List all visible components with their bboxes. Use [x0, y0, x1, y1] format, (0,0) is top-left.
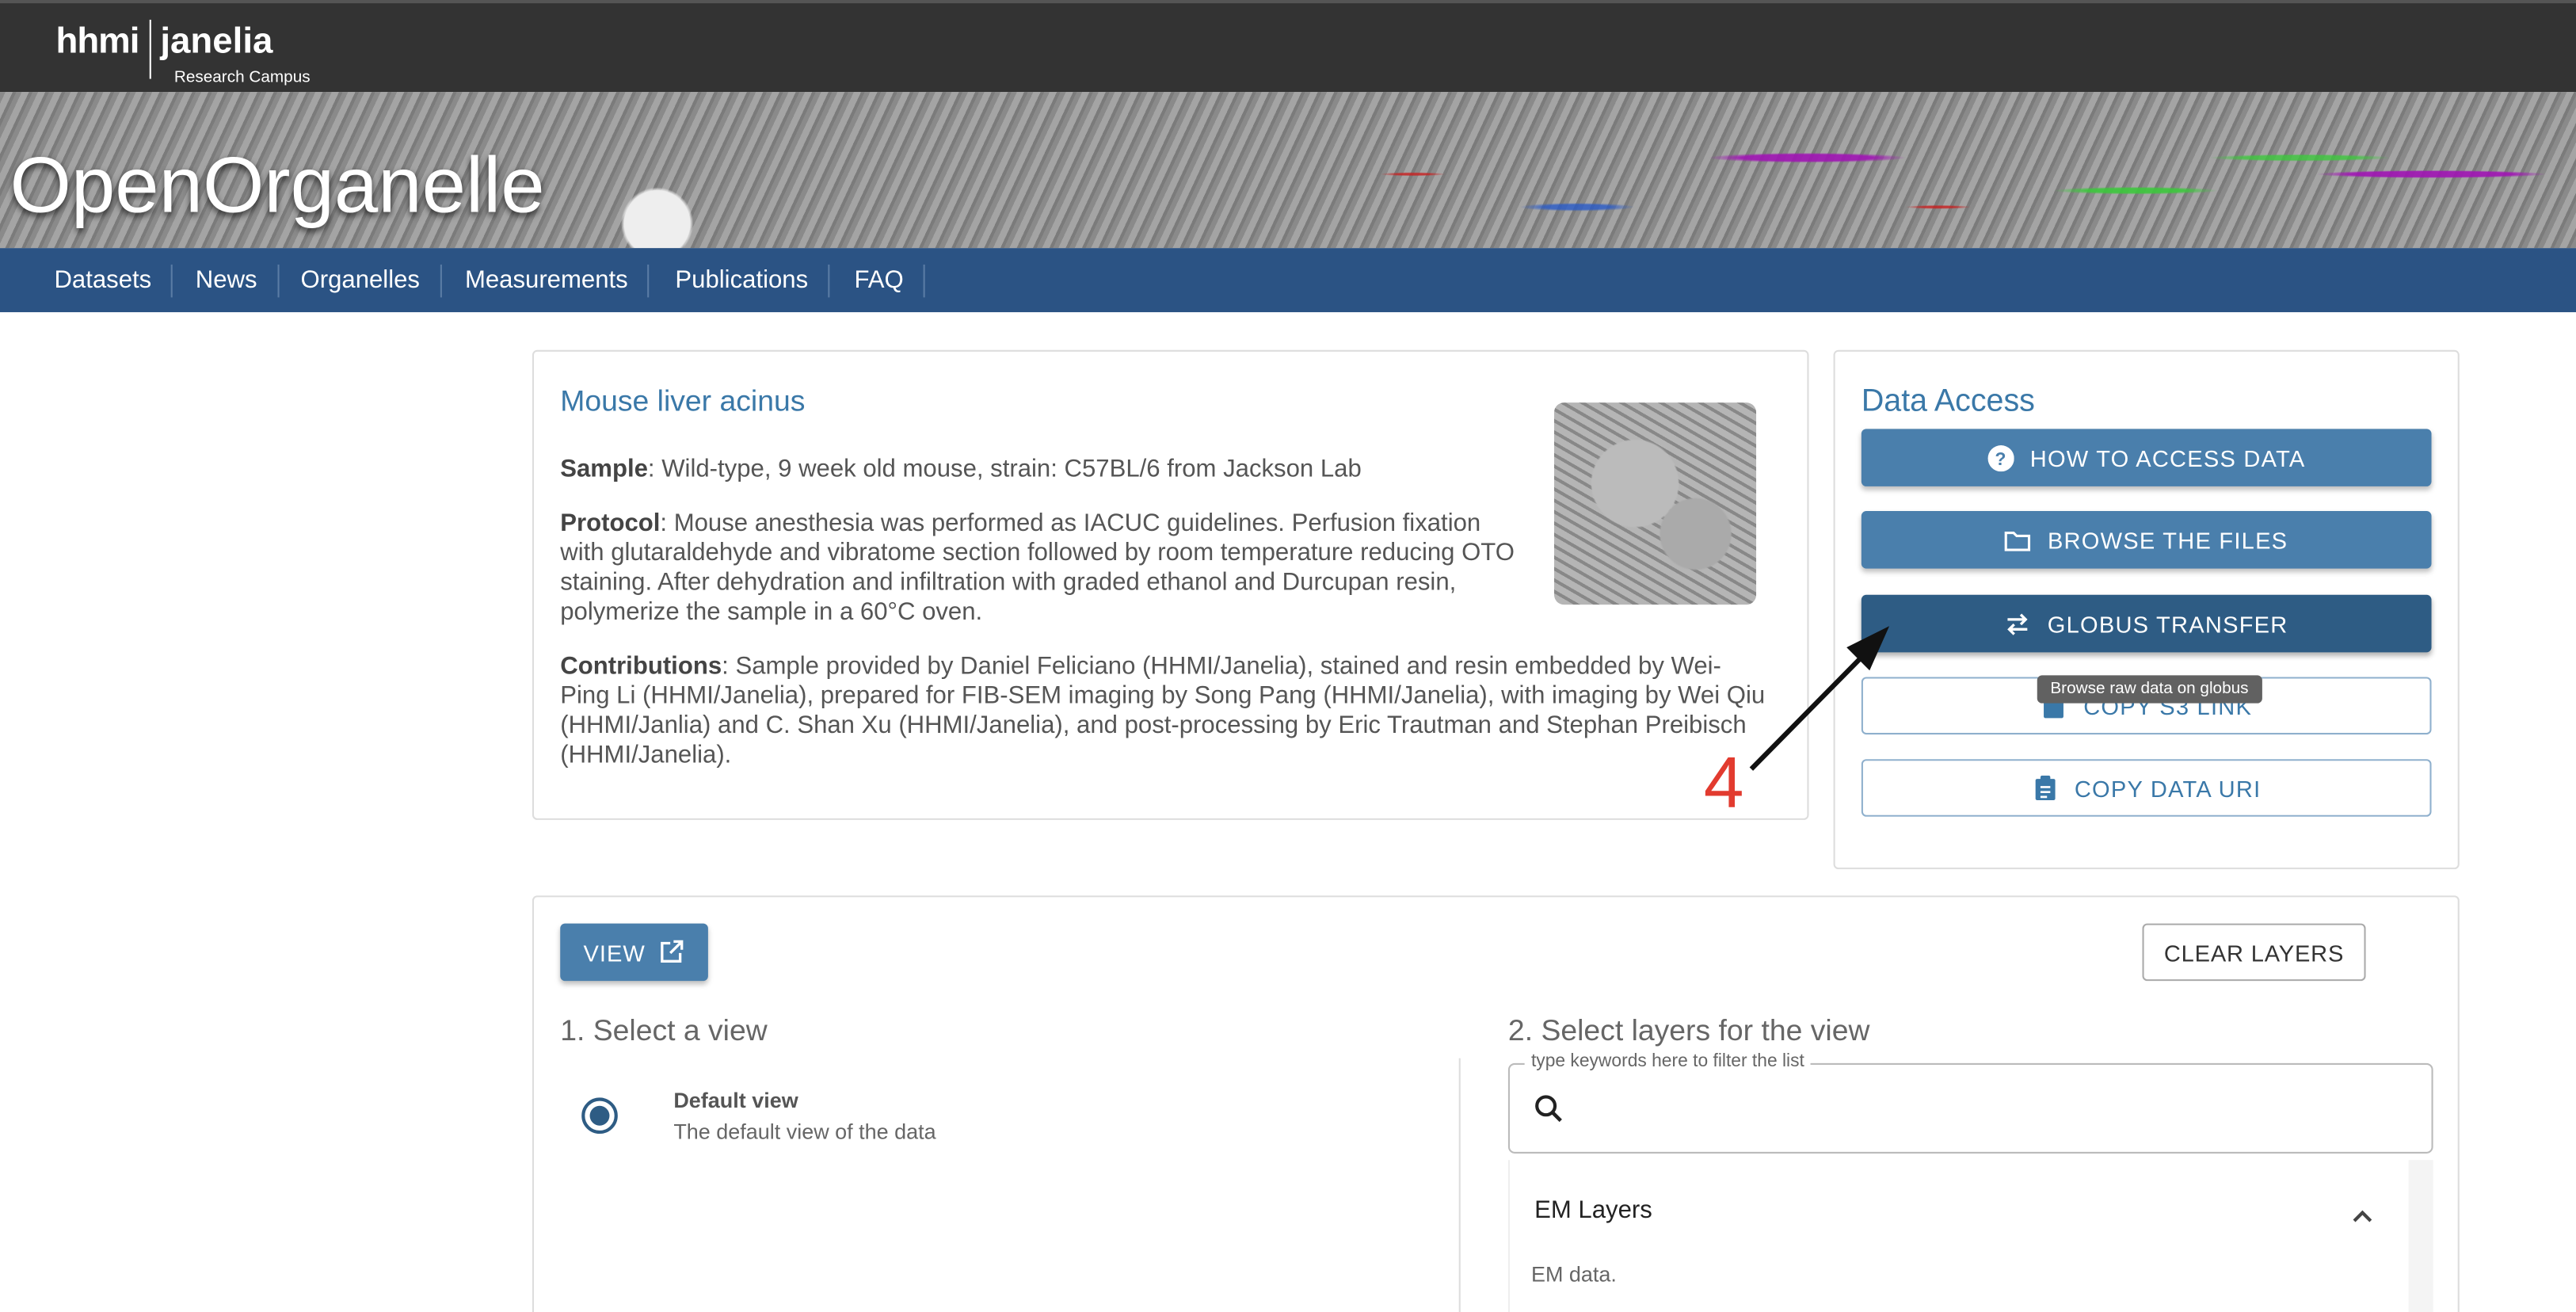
- em-layers-title[interactable]: EM Layers: [1534, 1196, 1652, 1224]
- how-to-access-button[interactable]: ? HOW TO ACCESS DATA: [1861, 429, 2432, 486]
- select-layers-title: 2. Select layers for the view: [1507, 1013, 1870, 1047]
- open-in-new-icon: [658, 939, 684, 965]
- logo-divider: [148, 19, 151, 79]
- nav-item-publications[interactable]: Publications: [675, 264, 830, 298]
- hhmi-janelia-logo[interactable]: hhmi janelia Research Campus: [55, 19, 311, 87]
- sample-label: Sample: [560, 455, 648, 483]
- browse-files-label: BROWSE THE FILES: [2047, 526, 2288, 553]
- main-nav: Datasets News Organelles Measurements Pu…: [0, 248, 2576, 313]
- nav-item-organelles[interactable]: Organelles: [301, 264, 441, 298]
- select-view-title: 1. Select a view: [560, 1013, 768, 1047]
- search-icon: [1533, 1093, 1565, 1134]
- nav-item-measurements[interactable]: Measurements: [465, 264, 650, 298]
- svg-text:?: ?: [1995, 448, 2006, 468]
- dataset-card: Mouse liver acinus Sample: Wild-type, 9 …: [532, 349, 1809, 820]
- copy-data-uri-button[interactable]: COPY DATA URI: [1861, 759, 2432, 817]
- chevron-up-icon[interactable]: [2351, 1203, 2374, 1232]
- layer-filter-input[interactable]: type keywords here to filter the list: [1507, 1051, 2433, 1154]
- nav-item-faq[interactable]: FAQ: [854, 264, 925, 298]
- help-circle-icon: ?: [1987, 444, 2014, 471]
- viewer-card: VIEW CLEAR LAYERS 1. Select a view 2. Se…: [532, 895, 2460, 1312]
- data-access-card: Data Access ? HOW TO ACCESS DATA BROWSE …: [1833, 349, 2460, 870]
- globus-transfer-button[interactable]: GLOBUS TRANSFER: [1861, 594, 2432, 653]
- em-layers-accordion[interactable]: EM Layers EM data.: [1507, 1160, 2409, 1312]
- logo-janelia-text: janelia: [160, 19, 273, 61]
- default-view-radio[interactable]: [581, 1097, 618, 1135]
- view-button-label: VIEW: [583, 939, 646, 966]
- logo-campus-text: Research Campus: [173, 69, 311, 87]
- data-access-title: Data Access: [1861, 384, 2035, 419]
- contributions-paragraph: Contributions: Sample provided by Daniel…: [560, 652, 1767, 770]
- hero-banner: OpenOrganelle: [0, 92, 2576, 249]
- clipboard-icon: [2032, 774, 2058, 801]
- column-divider: [1458, 1058, 1461, 1312]
- protocol-paragraph: Protocol: Mouse anesthesia was performed…: [560, 509, 1530, 627]
- swap-arrows-icon: [2005, 610, 2031, 636]
- view-button[interactable]: VIEW: [560, 923, 708, 982]
- protocol-label: Protocol: [560, 509, 661, 538]
- how-to-access-label: HOW TO ACCESS DATA: [2029, 444, 2306, 471]
- dataset-title: Mouse liver acinus: [560, 384, 806, 418]
- em-layers-description: EM data.: [1530, 1261, 1617, 1287]
- sample-paragraph: Sample: Wild-type, 9 week old mouse, str…: [560, 455, 1530, 484]
- default-view-label[interactable]: Default view: [673, 1088, 798, 1112]
- nav-item-news[interactable]: News: [196, 264, 279, 298]
- layers-scrollbar[interactable]: [2408, 1160, 2433, 1312]
- protocol-text: : Mouse anesthesia was performed as IACU…: [560, 509, 1515, 627]
- contributions-label: Contributions: [560, 652, 722, 681]
- default-view-description: The default view of the data: [673, 1119, 936, 1144]
- annotation-number: 4: [1703, 742, 1744, 824]
- sample-text: : Wild-type, 9 week old mouse, strain: C…: [647, 455, 1362, 483]
- clear-layers-button[interactable]: CLEAR LAYERS: [2142, 923, 2366, 982]
- globus-tooltip: Browse raw data on globus: [2037, 675, 2262, 704]
- filter-placeholder: type keywords here to filter the list: [1524, 1051, 1812, 1072]
- site-title[interactable]: OpenOrganelle: [10, 141, 544, 231]
- nav-item-datasets[interactable]: Datasets: [54, 264, 173, 298]
- dataset-thumbnail: [1554, 402, 1757, 605]
- globus-transfer-label: GLOBUS TRANSFER: [2047, 610, 2288, 637]
- copy-data-uri-label: COPY DATA URI: [2074, 774, 2262, 802]
- folder-icon: [2005, 527, 2031, 553]
- logo-hhmi-text: hhmi: [55, 19, 140, 61]
- contributions-text: : Sample provided by Daniel Feliciano (H…: [560, 652, 1766, 769]
- browse-files-button[interactable]: BROWSE THE FILES: [1861, 511, 2432, 569]
- page: hhmi janelia Research Campus OpenOrganell…: [0, 0, 2576, 1312]
- top-bar: hhmi janelia Research Campus: [0, 0, 2576, 93]
